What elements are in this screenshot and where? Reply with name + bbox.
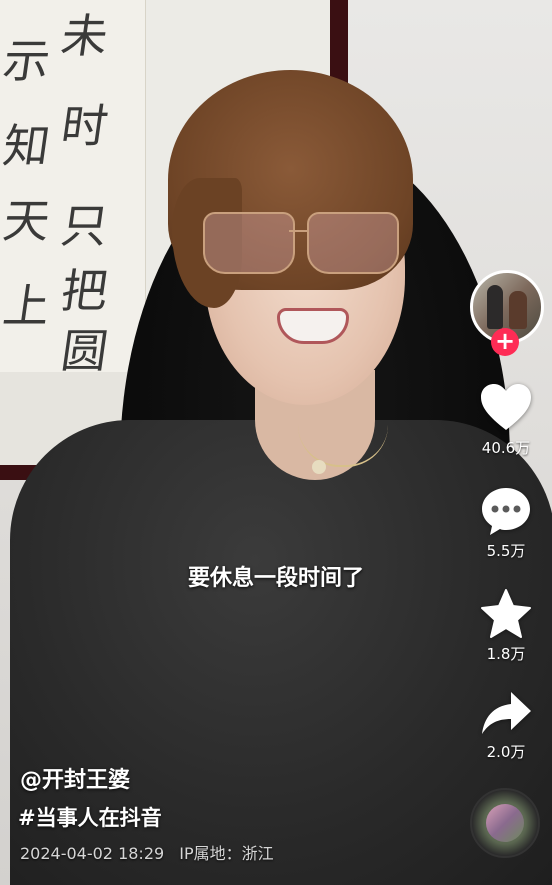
comment-icon[interactable] [478,483,534,539]
author-name[interactable]: @开封王婆 [20,762,130,794]
music-cover [486,804,524,842]
necklace-pendant [312,460,326,474]
ip-location: IP属地：浙江 [179,844,274,863]
music-disc[interactable] [470,788,540,858]
hashtag-link[interactable]: #当事人在抖音 [18,802,162,832]
post-meta: 2024-04-02 18:29 IP属地：浙江 [20,840,284,864]
post-datetime: 2024-04-02 18:29 [20,844,165,863]
calligraphy-char: 把 [57,264,112,318]
video-subtitle: 要休息一段时间了 [187,566,364,591]
share-count: 2.0万 [486,743,526,761]
follow-button[interactable]: + [491,328,519,356]
calligraphy-char: 只 [57,199,112,253]
favorite-count: 1.8万 [486,645,526,663]
person-mouth [277,308,349,344]
star-icon[interactable] [478,587,534,643]
eyeglasses [203,212,399,274]
calligraphy-char: 天 [0,194,54,248]
calligraphy-char: 未 [57,9,112,63]
heart-icon[interactable] [478,380,534,436]
calligraphy-char: 示 [0,34,54,88]
calligraphy-char: 时 [57,99,112,153]
like-count: 40.6万 [481,439,531,457]
calligraphy-char: 知 [0,119,54,173]
share-icon[interactable] [478,686,534,742]
video-feed-screen[interactable]: 未 示 知 天 上 时 只 把 圆 要休息一段时间了 + 40.6万 5.5万 … [0,0,552,885]
calligraphy-char: 上 [0,279,54,333]
calligraphy-scroll-left: 未 示 知 天 上 时 只 把 圆 [0,0,146,378]
comment-count: 5.5万 [486,542,526,560]
